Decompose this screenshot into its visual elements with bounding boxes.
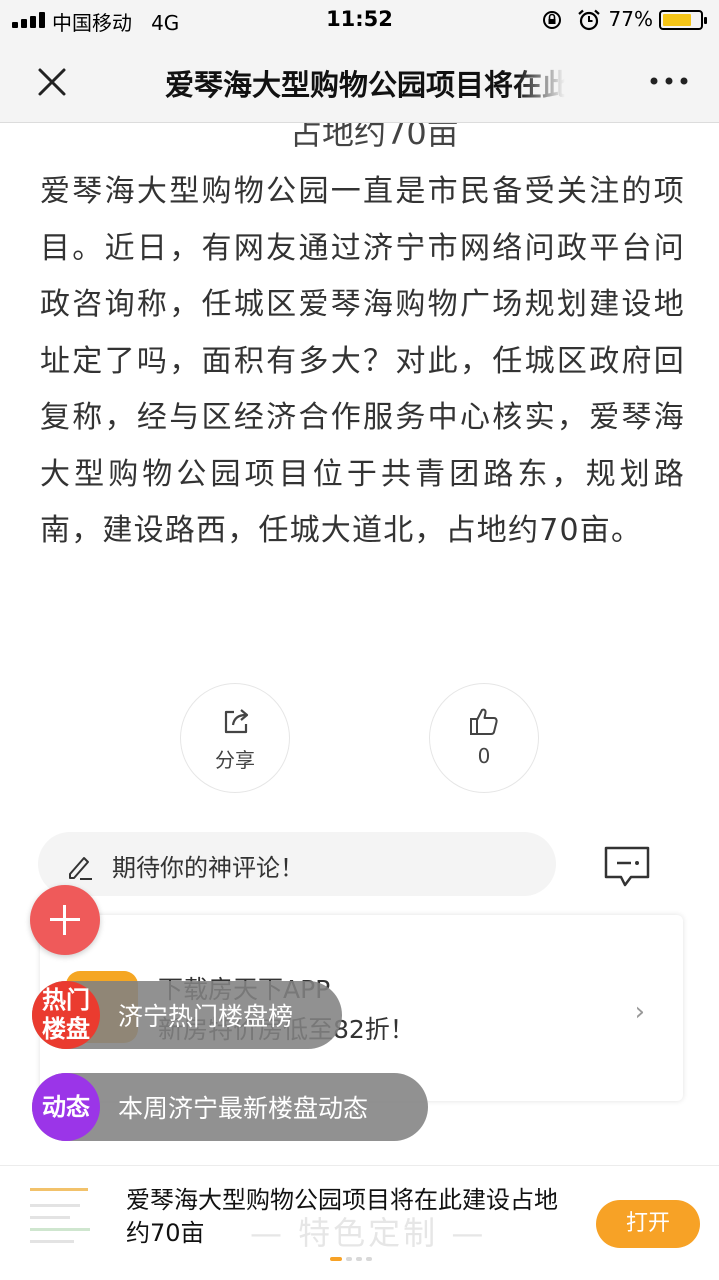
weekly-news-label: 本周济宁最新楼盘动态	[118, 1094, 369, 1123]
share-label: 分享	[215, 748, 255, 772]
banner-title: 爱琴海大型购物公园项目将在此建设占地约70亩	[126, 1186, 558, 1247]
close-icon[interactable]	[32, 62, 72, 102]
weekly-news-button[interactable]: 动态 本周济宁最新楼盘动态	[32, 1073, 428, 1141]
comment-placeholder: 期待你的神评论！	[112, 854, 304, 882]
status-bar: 中国移动 4G 11:52 77%	[0, 0, 719, 40]
page-dot	[356, 1257, 362, 1261]
chevron-right-icon: ›	[634, 997, 645, 1027]
comment-input[interactable]: 期待你的神评论！	[38, 832, 556, 896]
battery-icon	[659, 10, 707, 30]
page-dot	[366, 1257, 372, 1261]
page-title: 爱琴海大型购物公园项目将在此建设	[165, 68, 565, 102]
like-button[interactable]: 0	[429, 683, 539, 793]
like-count: 0	[477, 744, 491, 768]
news-badge: 动态	[32, 1073, 100, 1141]
battery-level	[663, 14, 691, 26]
open-app-button[interactable]: 打开	[596, 1200, 700, 1248]
share-icon	[224, 709, 249, 734]
status-icons	[541, 9, 601, 31]
alarm-icon	[578, 9, 600, 31]
thumbs-up-icon	[470, 708, 498, 735]
hot-badge-line2: 楼盘	[42, 1015, 90, 1043]
article-body: 爱琴海大型购物公园一直是市民备受关注的项目。近日，有网友通过济宁市网络问政平台问…	[40, 174, 685, 548]
pencil-icon	[69, 857, 92, 880]
hot-listings-button[interactable]: 热门 楼盘 济宁热门楼盘榜	[32, 981, 342, 1049]
hot-listings-label: 济宁热门楼盘榜	[118, 1002, 294, 1031]
page-dot	[330, 1257, 342, 1261]
bottom-banner[interactable]: — 特色定制 — 爱琴海大型购物公园项目将在此建设占地约70亩 打开	[0, 1165, 719, 1280]
add-button[interactable]	[30, 885, 100, 955]
nav-bar: 爱琴海大型购物公园项目将在此建设	[0, 40, 719, 123]
hot-listings-badge: 热门 楼盘	[32, 981, 100, 1049]
comment-list-icon[interactable]	[603, 845, 651, 889]
battery-percent: 77%	[608, 7, 653, 31]
banner-thumbnail	[24, 1182, 104, 1252]
share-button[interactable]: 分享	[180, 683, 290, 793]
more-dots-icon[interactable]	[649, 74, 689, 88]
hot-badge-line1: 热门	[42, 986, 90, 1014]
page-dot	[346, 1257, 352, 1261]
lock-rotation-icon	[543, 11, 562, 29]
